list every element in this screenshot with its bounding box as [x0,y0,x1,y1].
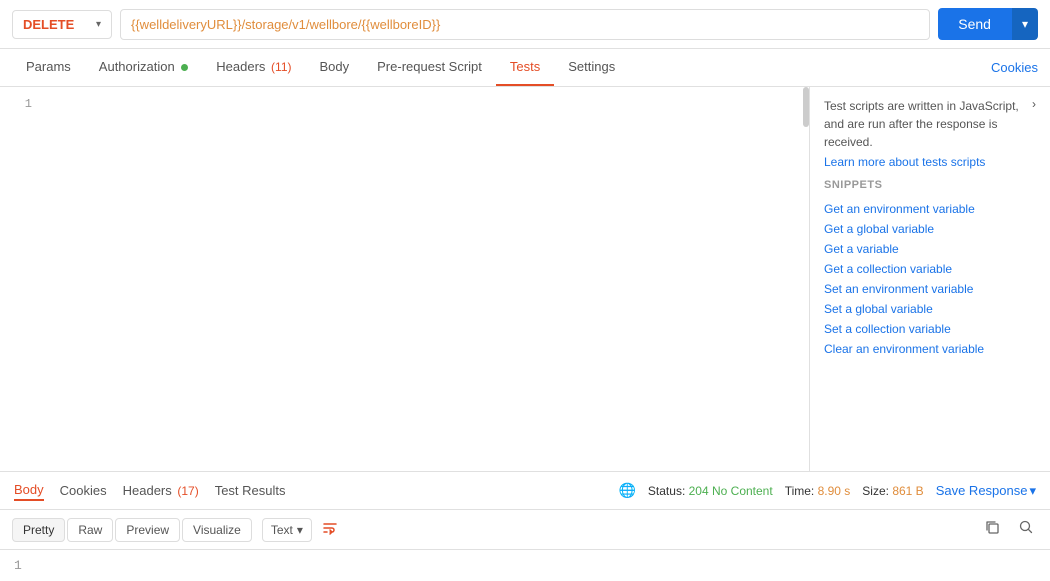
status-label-text: Status: [648,484,685,498]
send-button[interactable]: Send [938,8,1011,40]
method-chevron: ▾ [96,19,101,30]
snippet-get-variable[interactable]: Get a variable [824,239,1036,259]
tab-headers[interactable]: Headers (11) [202,49,305,86]
save-response-chevron: ▾ [1029,483,1036,499]
search-button[interactable] [1014,517,1038,542]
format-raw-button[interactable]: Raw [67,518,113,542]
tab-tests[interactable]: Tests [496,49,554,86]
tab-prerequest[interactable]: Pre-request Script [363,49,496,86]
snippet-set-collection-var[interactable]: Set a collection variable [824,319,1036,339]
nav-tabs: Params Authorization Headers (11) Body P… [0,49,1050,87]
snippet-set-env-var[interactable]: Set an environment variable [824,279,1036,299]
resp-tab-headers[interactable]: Headers (17) [123,481,199,500]
snippets-header: SNIPPETS [824,179,1036,191]
editor-content[interactable] [36,87,809,471]
text-dropdown-chevron: ▾ [297,523,303,537]
resp-tab-cookies[interactable]: Cookies [60,481,107,500]
tab-params[interactable]: Params [12,49,85,86]
time-info: Time: 8.90 s [785,484,851,498]
snippets-intro-text: Test scripts are written in JavaScript, … [824,97,1036,151]
size-value: 861 B [892,484,923,498]
line-number-1: 1 [4,95,32,113]
main-content: 1 › Test scripts are written in JavaScri… [0,87,1050,471]
resp-headers-badge: (17) [177,484,198,498]
response-tabs-row: Body Cookies Headers (17) Test Results [14,480,602,501]
size-label: Size: [862,484,889,498]
cookies-link[interactable]: Cookies [991,50,1038,85]
tab-body[interactable]: Body [306,49,364,86]
tab-settings[interactable]: Settings [554,49,629,86]
search-icon [1018,519,1034,535]
resp-tab-body[interactable]: Body [14,480,44,501]
copy-icon [984,519,1000,535]
size-info: Size: 861 B [862,484,923,498]
send-btn-group: Send ▾ [938,8,1038,40]
format-visualize-button[interactable]: Visualize [182,518,252,542]
status-value: 204 No Content [689,484,773,498]
time-value: 8.90 s [818,484,851,498]
scrollbar[interactable] [803,87,809,127]
snippet-get-env-var[interactable]: Get an environment variable [824,199,1036,219]
tab-authorization[interactable]: Authorization [85,49,203,86]
snippet-clear-env-var[interactable]: Clear an environment variable [824,339,1036,359]
panel-chevron-icon[interactable]: › [1032,97,1036,111]
editor-area[interactable]: 1 [0,87,810,471]
wrap-text-icon [322,520,338,536]
save-response-button[interactable]: Save Response ▾ [936,483,1036,499]
wrap-icon-button[interactable] [318,516,342,543]
response-meta: 🌐 Status: 204 No Content Time: 8.90 s Si… [618,482,1036,499]
method-selector[interactable]: DELETE ▾ [12,10,112,39]
method-label: DELETE [23,17,74,32]
save-response-label: Save Response [936,483,1028,498]
top-bar: DELETE ▾ Send ▾ [0,0,1050,49]
snippets-panel: › Test scripts are written in JavaScript… [810,87,1050,471]
format-bar: Pretty Raw Preview Visualize Text ▾ [0,510,1050,550]
auth-status-dot [181,64,188,71]
format-preview-button[interactable]: Preview [115,518,180,542]
line-numbers: 1 [0,87,36,121]
status-label: Status: 204 No Content [648,484,773,498]
send-chevron-button[interactable]: ▾ [1011,8,1038,40]
format-pretty-button[interactable]: Pretty [12,518,65,542]
time-label: Time: [785,484,815,498]
snippet-set-global-var[interactable]: Set a global variable [824,299,1036,319]
tabs-left: Params Authorization Headers (11) Body P… [12,49,629,86]
url-input[interactable] [120,9,930,40]
headers-badge: (11) [271,60,291,74]
text-format-dropdown[interactable]: Text ▾ [262,518,312,542]
learn-more-link[interactable]: Learn more about tests scripts [824,155,1036,169]
text-dropdown-label: Text [271,523,293,537]
response-bar: Body Cookies Headers (17) Test Results 🌐… [0,471,1050,510]
globe-icon: 🌐 [618,482,635,499]
snippet-get-global-var[interactable]: Get a global variable [824,219,1036,239]
response-body: 1 [0,550,1050,581]
snippet-get-collection-var[interactable]: Get a collection variable [824,259,1036,279]
right-icons [980,517,1038,542]
response-line-number: 1 [14,558,22,573]
resp-tab-test-results[interactable]: Test Results [215,481,286,500]
copy-button[interactable] [980,517,1004,542]
